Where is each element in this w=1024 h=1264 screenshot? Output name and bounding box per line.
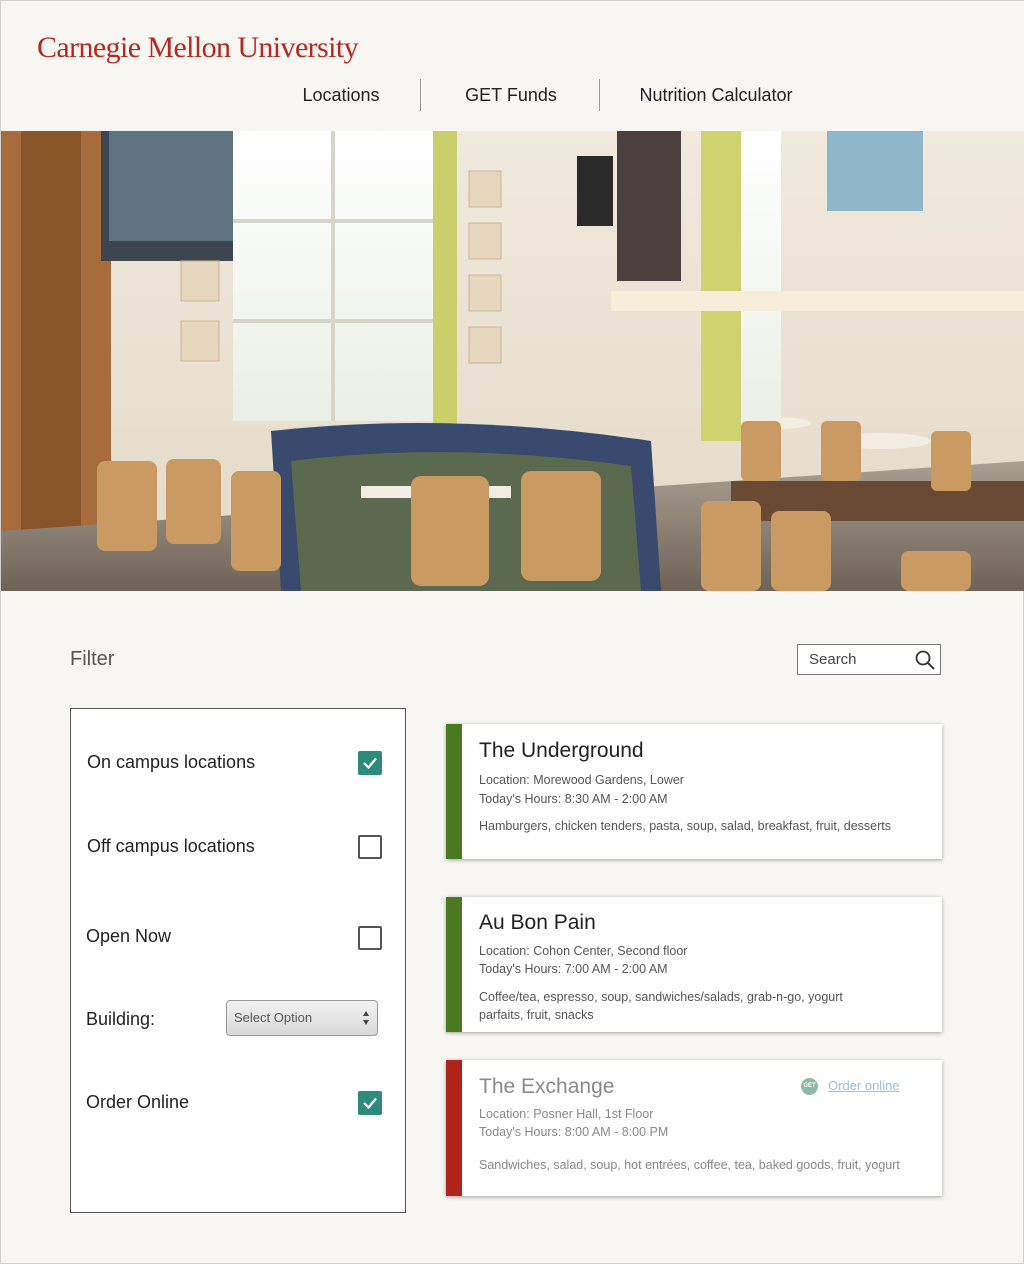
get-badge-icon: GET — [801, 1078, 818, 1095]
location-description: Coffee/tea, espresso, soup, sandwiches/s… — [479, 990, 843, 1022]
cmu-logo[interactable]: Carnegie Mellon University — [37, 31, 359, 65]
location-name: Au Bon Pain — [479, 911, 596, 934]
checkbox-open-now[interactable] — [358, 926, 382, 950]
location-card-exchange[interactable]: The Exchange GET Order online Location: … — [446, 1060, 942, 1196]
filter-label-off-campus: Off campus locations — [87, 836, 255, 856]
nav-locations[interactable]: Locations — [281, 79, 401, 113]
search-input[interactable]: Search — [797, 644, 941, 675]
hero-image — [1, 131, 1024, 591]
filter-title: Filter — [70, 648, 115, 670]
nav-divider — [599, 79, 600, 111]
building-select[interactable]: Select Option — [226, 1000, 378, 1036]
status-bar — [446, 724, 462, 859]
checkbox-on-campus[interactable] — [358, 751, 382, 775]
site-header: Carnegie Mellon University Locations GET… — [1, 1, 1024, 131]
status-bar — [446, 1060, 462, 1196]
filter-label-building: Building: — [86, 1009, 156, 1029]
filter-label-order-online: Order Online — [86, 1092, 190, 1112]
nav-divider — [420, 79, 421, 111]
filter-label-on-campus: On campus locations — [87, 752, 256, 772]
location-name: The Underground — [479, 739, 644, 762]
location-card-underground[interactable]: The Underground Location: Morewood Garde… — [446, 724, 942, 859]
order-online-link[interactable]: Order online — [828, 1078, 900, 1093]
filter-panel: On campus locations Off campus locations… — [70, 708, 406, 1213]
building-select-value: Select Option — [234, 1010, 313, 1025]
checkbox-off-campus[interactable] — [358, 835, 382, 859]
check-icon — [363, 1097, 377, 1110]
location-card-au-bon-pain[interactable]: Au Bon Pain Location: Cohon Center, Seco… — [446, 897, 942, 1032]
status-bar — [446, 897, 462, 1032]
location-hours: Today's Hours: 8:00 AM - 8:00 PM — [479, 1125, 669, 1139]
location-address: Location: Cohon Center, Second floor — [479, 944, 688, 958]
nav-nutrition-calculator[interactable]: Nutrition Calculator — [631, 79, 801, 113]
select-arrows-icon — [362, 1008, 370, 1028]
check-icon — [363, 757, 377, 770]
search-placeholder: Search — [809, 651, 857, 668]
location-name: The Exchange — [479, 1075, 615, 1098]
location-description: Hamburgers, chicken tenders, pasta, soup… — [479, 819, 892, 833]
location-address: Location: Posner Hall, 1st Floor — [479, 1107, 654, 1121]
main-nav: Locations GET Funds Nutrition Calculator — [1, 79, 1024, 113]
checkbox-order-online[interactable] — [358, 1091, 382, 1115]
search-icon[interactable] — [914, 649, 936, 671]
location-address: Location: Morewood Gardens, Lower — [479, 773, 684, 787]
nav-get-funds[interactable]: GET Funds — [451, 79, 571, 113]
location-description: Sandwiches, salad, soup, hot entrées, co… — [479, 1158, 900, 1172]
location-hours: Today's Hours: 7:00 AM - 2:00 AM — [479, 962, 668, 976]
location-hours: Today's Hours: 8:30 AM - 2:00 AM — [479, 792, 668, 806]
filter-label-open-now: Open Now — [86, 926, 172, 946]
